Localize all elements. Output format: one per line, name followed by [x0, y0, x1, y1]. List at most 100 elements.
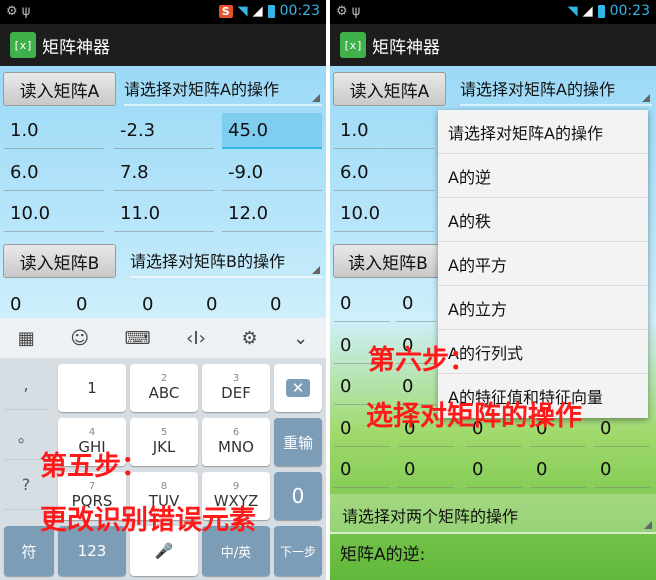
matrix-a-cell-focused[interactable]: 45.0: [222, 113, 322, 149]
backspace-key[interactable]: ✕: [274, 364, 322, 412]
matrix-b-cell[interactable]: 0: [136, 286, 192, 322]
battery-icon: [267, 4, 275, 18]
side-key[interactable]: ,: [4, 360, 48, 410]
key-number: 9: [232, 481, 240, 492]
signal-icon: ◢: [582, 3, 593, 19]
matrix-a-cell[interactable]: 12.0: [222, 196, 322, 232]
cursor-icon[interactable]: ‹I›: [186, 328, 206, 349]
matrix-b-operation-spinner[interactable]: 请选择对矩阵B的操作: [130, 244, 322, 278]
menu-item-inverse[interactable]: A的逆: [438, 154, 648, 198]
result-label: 矩阵A的逆:: [340, 545, 426, 565]
key-label: ABC: [148, 384, 180, 402]
next-step-key[interactable]: 下一步: [274, 526, 322, 576]
step6-title: 第六步：: [368, 345, 476, 376]
status-bar: ⚙ ψ S ◥ ◢ 00:23: [0, 0, 326, 24]
read-matrix-a-button[interactable]: 读入矩阵A: [3, 72, 116, 106]
spinner-label: 请选择对矩阵A的操作: [124, 80, 279, 99]
step5-title: 第五步：: [40, 451, 148, 482]
key-label: DEF: [221, 384, 251, 402]
matrix-a-cell[interactable]: 1.0: [4, 113, 104, 149]
matrix-b-cell[interactable]: 0: [264, 286, 320, 322]
menu-item-cube[interactable]: A的立方: [438, 286, 648, 330]
menu-item-square[interactable]: A的平方: [438, 242, 648, 286]
step5-description: 更改识别错误元素: [40, 505, 256, 536]
key-number: 3: [232, 373, 240, 384]
spinner-label: 请选择对两个矩阵的操作: [342, 507, 519, 526]
s-badge-icon: S: [218, 4, 233, 18]
key-label: JKL: [152, 438, 176, 456]
left-screenshot: ⚙ ψ S ◥ ◢ 00:23 [x] 矩阵神器 读入矩阵A 请选择对矩阵A的操…: [0, 0, 326, 580]
matrix-a-cell[interactable]: 6.0: [4, 155, 104, 191]
matrix-b-cell[interactable]: 0: [594, 452, 650, 488]
usb-debug-icon: ⚙ ψ: [336, 4, 361, 19]
matrix-a-cell[interactable]: 11.0: [114, 196, 214, 232]
backspace-icon: ✕: [285, 379, 311, 397]
spinner-label: 请选择对矩阵B的操作: [130, 252, 285, 271]
right-screenshot: ⚙ ψ ◥ ◢ 00:23 [x] 矩阵神器 读入矩阵A 请选择对矩阵A的操作 …: [330, 0, 656, 580]
menu-item-rank[interactable]: A的秩: [438, 198, 648, 242]
reenter-key[interactable]: 重输: [274, 418, 322, 466]
app-icon: [x]: [10, 32, 36, 58]
app-icon: [x]: [340, 32, 366, 58]
two-matrix-operation-spinner[interactable]: 请选择对两个矩阵的操作: [330, 494, 656, 534]
keyboard-icon[interactable]: ⌨: [125, 328, 151, 349]
read-matrix-b-button[interactable]: 读入矩阵B: [3, 244, 116, 278]
chevron-down-icon[interactable]: ⌄: [293, 328, 308, 349]
matrix-a-operation-spinner[interactable]: 请选择对矩阵A的操作: [124, 72, 322, 106]
matrix-a-cell[interactable]: 10.0: [4, 196, 104, 232]
key-number: 4: [88, 427, 96, 438]
matrix-a-operation-spinner[interactable]: 请选择对矩阵A的操作: [460, 72, 652, 106]
status-bar: ⚙ ψ ◥ ◢ 00:23: [330, 0, 656, 24]
key-number: 2: [160, 373, 168, 384]
key-3[interactable]: 3 DEF: [202, 364, 270, 412]
battery-icon: [597, 4, 605, 18]
app-bar: [x] 矩阵神器: [0, 24, 326, 66]
app-title: 矩阵神器: [42, 37, 110, 58]
dropdown-triangle-icon: [312, 266, 320, 274]
matrix-b-cell[interactable]: 0: [4, 286, 60, 322]
wifi-icon: ◥: [567, 3, 578, 19]
read-matrix-a-button[interactable]: 读入矩阵A: [333, 72, 446, 106]
signal-icon: ◢: [252, 3, 263, 19]
key-number: 7: [88, 481, 96, 492]
emoji-icon[interactable]: ☺: [70, 328, 89, 349]
gear-icon[interactable]: ⚙: [241, 328, 257, 349]
matrix-b-cell[interactable]: 0: [466, 452, 522, 488]
matrix-b-cell[interactable]: 0: [200, 286, 256, 322]
matrix-b-cell[interactable]: 0: [70, 286, 126, 322]
key-label: MNO: [218, 438, 254, 456]
matrix-a-cell[interactable]: -9.0: [222, 155, 322, 191]
key-number: 6: [232, 427, 240, 438]
dropdown-triangle-icon: [312, 94, 320, 102]
matrix-b-cell[interactable]: 0: [530, 452, 586, 488]
matrix-a-cell[interactable]: 6.0: [334, 155, 434, 191]
matrix-a-cell[interactable]: 1.0: [334, 113, 434, 149]
matrix-b-cell[interactable]: 0: [396, 286, 436, 322]
dropdown-triangle-icon: [642, 94, 650, 102]
usb-debug-icon: ⚙ ψ: [6, 4, 31, 19]
key-number: 5: [160, 427, 168, 438]
matrix-b-cell[interactable]: 0: [334, 452, 390, 488]
spinner-label: 请选择对矩阵A的操作: [460, 80, 615, 99]
app-bar: [x] 矩阵神器: [330, 24, 656, 66]
apps-icon[interactable]: ▦: [18, 328, 35, 349]
wifi-icon: ◥: [237, 3, 248, 19]
keyboard-toolbar: ▦ ☺ ⌨ ‹I› ⚙ ⌄: [0, 318, 326, 358]
read-matrix-b-button[interactable]: 读入矩阵B: [333, 244, 443, 278]
key-1[interactable]: 1: [58, 364, 126, 412]
matrix-a-cell[interactable]: -2.3: [114, 113, 214, 149]
key-2[interactable]: 2 ABC: [130, 364, 198, 412]
key-number: 8: [160, 481, 168, 492]
app-title: 矩阵神器: [372, 37, 440, 58]
microphone-icon: 🎤: [154, 542, 174, 560]
dropdown-triangle-icon: [644, 521, 652, 529]
clock: 00:23: [279, 3, 320, 19]
key-0[interactable]: 0: [274, 472, 322, 520]
matrix-a-cell[interactable]: 10.0: [334, 196, 434, 232]
key-6[interactable]: 6 MNO: [202, 418, 270, 466]
menu-item-prompt[interactable]: 请选择对矩阵A的操作: [438, 110, 648, 154]
step6-description: 选择对矩阵的操作: [366, 401, 582, 432]
matrix-b-cell[interactable]: 0: [334, 286, 390, 322]
matrix-b-cell[interactable]: 0: [398, 452, 454, 488]
matrix-a-cell[interactable]: 7.8: [114, 155, 214, 191]
